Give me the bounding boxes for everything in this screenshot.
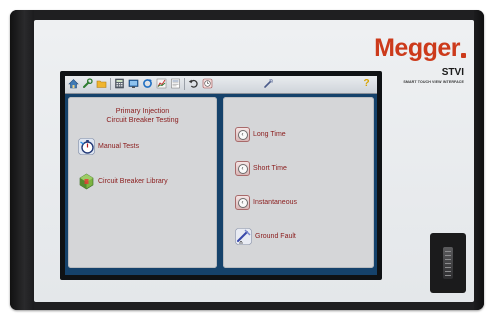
thumbwheel-grip [445, 259, 451, 260]
folder-icon[interactable] [96, 78, 107, 89]
calculator-icon[interactable] [114, 78, 125, 89]
short-time-label: Short Time [253, 165, 287, 172]
manual-tests-button[interactable]: Manual Tests [78, 138, 139, 155]
wrench-icon[interactable] [82, 78, 93, 89]
right-bumper [474, 10, 484, 310]
long-time-label: Long Time [253, 131, 286, 138]
toolbar-separator [110, 78, 111, 90]
breaker-library-icon [79, 173, 94, 190]
ground-fault-icon [235, 228, 252, 245]
model-subtitle: SMART TOUCH VIEW INTERFACE [403, 80, 464, 84]
toolbar: ? [65, 76, 377, 94]
touch-screen: ? Primary Injection Circuit Breaker Test… [65, 76, 377, 275]
toolbar-separator [184, 78, 185, 90]
panel-title: Primary Injection Circuit Breaker Testin… [68, 106, 217, 124]
thumbwheel-grip [445, 255, 451, 256]
long-time-icon: ‹ [235, 127, 250, 142]
circuit-breaker-library-label: Circuit Breaker Library [98, 178, 168, 185]
refresh-icon[interactable] [142, 78, 153, 89]
long-time-button[interactable]: ‹ Long Time [235, 127, 286, 142]
help-label: ? [363, 78, 370, 89]
settings-icon[interactable] [263, 78, 274, 89]
ground-fault-label: Ground Fault [255, 233, 296, 240]
short-time-button[interactable]: ‹ Short Time [235, 161, 287, 176]
thumbwheel-grip [445, 275, 451, 276]
thumbwheel[interactable] [443, 247, 453, 279]
panel-title-line1: Primary Injection [115, 106, 170, 115]
thumbwheel-grip [445, 271, 451, 272]
help-icon[interactable]: ? [361, 78, 372, 89]
chart-icon[interactable] [156, 78, 167, 89]
panel-title-line2: Circuit Breaker Testing [106, 115, 179, 124]
right-panel: ‹ Long Time ‹ Short Time ‹ Instantaneous [223, 97, 374, 268]
home-icon[interactable] [68, 78, 79, 89]
timer-icon[interactable] [202, 78, 213, 89]
left-panel: Primary Injection Circuit Breaker Testin… [68, 97, 217, 268]
left-bumper [10, 10, 34, 310]
instantaneous-icon: ‹ [235, 195, 250, 210]
short-time-icon: ‹ [235, 161, 250, 176]
screen-bezel: ? Primary Injection Circuit Breaker Test… [60, 71, 382, 280]
report-icon[interactable] [170, 78, 181, 89]
circuit-breaker-library-button[interactable]: Circuit Breaker Library [78, 173, 168, 190]
stvi-device: Megger STVI SMART TOUCH VIEW INTERFACE ?… [10, 10, 484, 310]
brand-logo: Megger [374, 34, 460, 62]
instantaneous-label: Instantaneous [253, 199, 297, 206]
manual-tests-label: Manual Tests [98, 143, 140, 150]
model-name: STVI [441, 67, 464, 78]
ground-fault-button[interactable]: Ground Fault [235, 228, 296, 245]
undo-icon[interactable] [188, 78, 199, 89]
display-icon[interactable] [128, 78, 139, 89]
thumbwheel-grip [445, 263, 451, 264]
stopwatch-icon [78, 138, 95, 155]
thumbwheel-grip [445, 251, 451, 252]
instantaneous-button[interactable]: ‹ Instantaneous [235, 195, 297, 210]
brand-logo-dot [461, 53, 466, 58]
card-slot [430, 233, 466, 293]
thumbwheel-grip [445, 267, 451, 268]
faceplate: Megger STVI SMART TOUCH VIEW INTERFACE ?… [34, 20, 474, 302]
